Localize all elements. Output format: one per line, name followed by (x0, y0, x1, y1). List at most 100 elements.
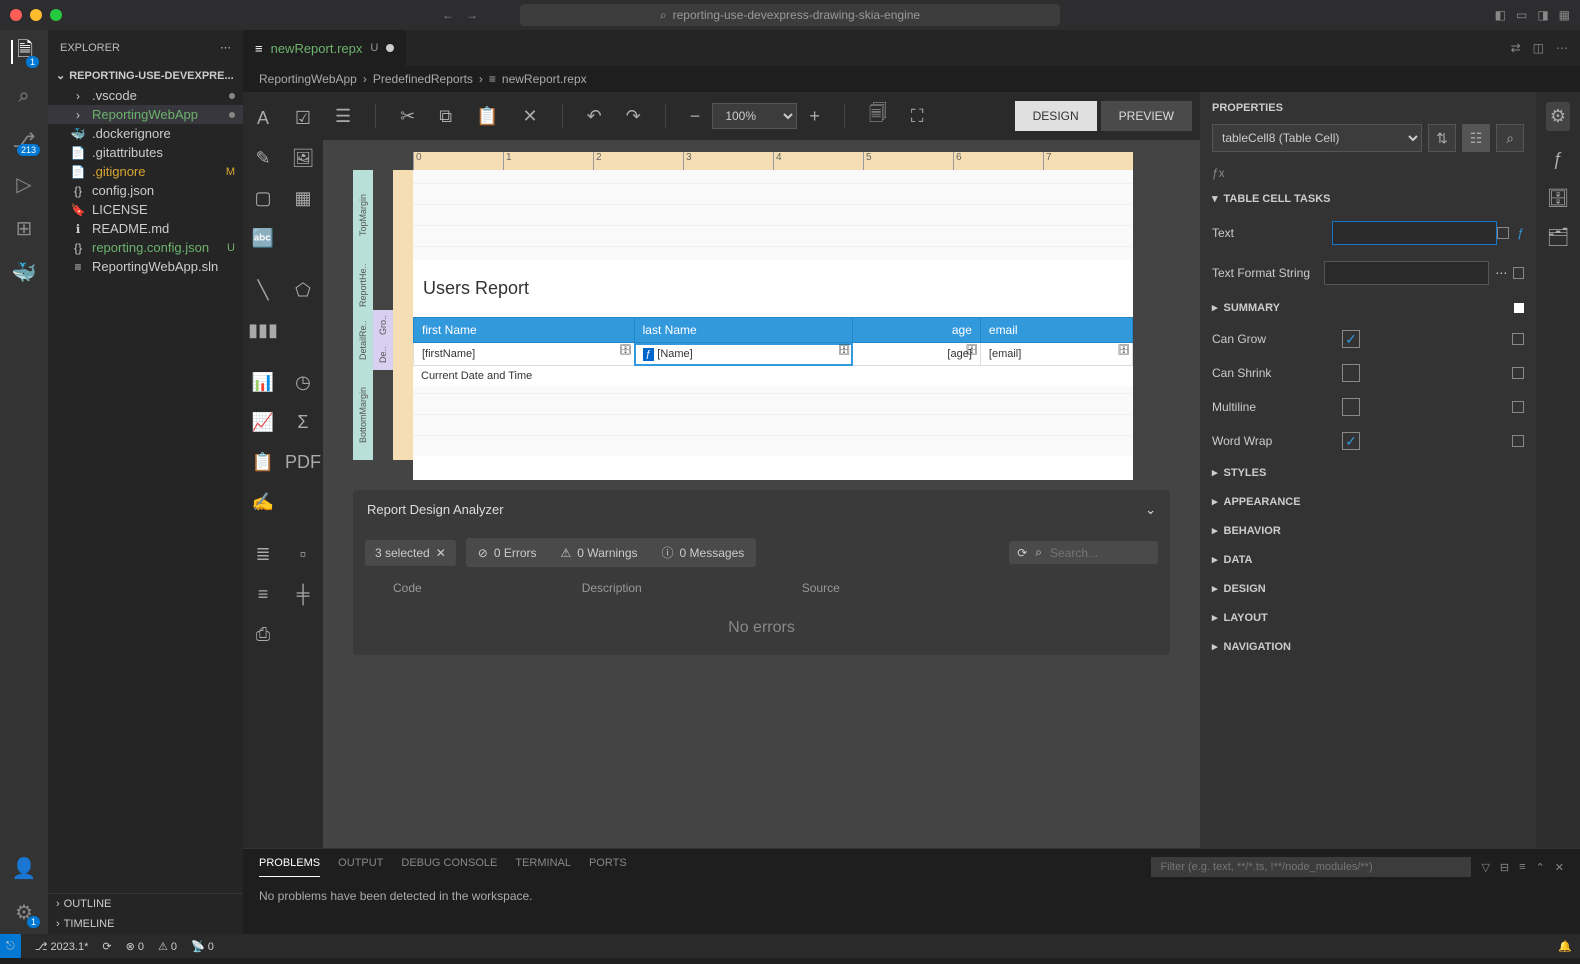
section-navigation[interactable]: ▸NAVIGATION (1200, 632, 1536, 661)
col-source[interactable]: Source (802, 581, 840, 595)
warnings-status[interactable]: ⚠ 0 (158, 940, 177, 953)
sync-button[interactable]: ⟳ (102, 940, 111, 953)
prop-wrap-check[interactable]: ✓ (1342, 432, 1360, 450)
tab-terminal[interactable]: TERMINAL (515, 857, 571, 877)
zoom-out-icon[interactable]: − (686, 102, 705, 131)
tree-item[interactable]: {}reporting.config.jsonU (48, 238, 243, 257)
tree-item[interactable]: {}config.json (48, 181, 243, 200)
expression-icon[interactable]: ƒx (1200, 162, 1536, 184)
errors-status[interactable]: ⊗ 0 (126, 940, 144, 953)
forward-icon[interactable]: → (466, 8, 478, 22)
sidebar-more-icon[interactable]: ⋯ (220, 41, 231, 54)
prop-marker[interactable] (1512, 367, 1524, 379)
tool-clipboard[interactable]: 📋 (243, 442, 283, 482)
tool-toc[interactable]: ≣ (243, 534, 283, 574)
branch-button[interactable]: ⎇ 2023.1* (35, 940, 89, 953)
prop-format-input[interactable] (1324, 261, 1489, 285)
tab-newreport[interactable]: ≡ newReport.repx U (243, 30, 407, 66)
tool-pdf[interactable]: PDF (283, 442, 323, 482)
explorer-tab-icon[interactable]: 🗂 (1547, 227, 1570, 248)
tool-barcode[interactable]: ▮▮▮ (243, 310, 283, 350)
analyzer-header[interactable]: Report Design Analyzer ⌄ (353, 490, 1170, 530)
back-icon[interactable]: ← (442, 8, 454, 22)
fieldlist-tab-icon[interactable]: 🗄 (1547, 188, 1570, 209)
preview-mode-button[interactable]: PREVIEW (1101, 101, 1192, 131)
scripts-icon[interactable]: 🗐 (865, 97, 891, 135)
report-footer[interactable]: Current Date and Time (413, 366, 1133, 386)
tab-output[interactable]: OUTPUT (338, 857, 383, 877)
report-table[interactable]: first Namelast Nameageemail [firstName]🗄… (413, 317, 1133, 366)
tool-pagebreak[interactable]: ≡ (243, 574, 283, 614)
tool-crossband[interactable]: ╪ (283, 574, 323, 614)
errors-filter[interactable]: ⊘0 Errors (466, 538, 549, 567)
maximize-window[interactable] (50, 9, 62, 21)
layout-panel-icon[interactable]: ▭ (1516, 8, 1527, 22)
section-data[interactable]: ▸DATA (1200, 545, 1536, 574)
prop-text-input[interactable] (1332, 221, 1497, 245)
clear-icon[interactable]: ✕ (436, 546, 446, 560)
fullscreen-icon[interactable]: ⛶ (907, 102, 928, 131)
breadcrumb[interactable]: ReportingWebApp › PredefinedReports › ≡ … (243, 66, 1580, 92)
search-activity-icon[interactable]: ⌕ (12, 84, 36, 108)
tab-more-icon[interactable]: ⋯ (1556, 41, 1568, 55)
undo-icon[interactable]: ↶ (583, 102, 606, 131)
data-cell[interactable]: ƒ [Name]🗄 (634, 343, 853, 366)
explorer-icon[interactable]: 🗎1 (11, 40, 35, 64)
tool-subreport[interactable]: ⎙ (243, 614, 283, 654)
folder-header[interactable]: ⌄ REPORTING-USE-DEVEXPRE... (48, 65, 243, 86)
messages-filter[interactable]: ⓘ0 Messages (650, 538, 757, 567)
data-cell[interactable]: [email]🗄 (980, 343, 1132, 366)
collapse-icon[interactable]: ⊟ (1500, 861, 1509, 874)
view-icon[interactable]: ≡ (1519, 861, 1525, 873)
panel-up-icon[interactable]: ⌃ (1536, 861, 1545, 874)
extensions-icon[interactable]: ⊞ (12, 216, 36, 240)
tab-ports[interactable]: PORTS (589, 857, 627, 877)
menu-icon[interactable]: ☰ (331, 102, 355, 131)
layout-customize-icon[interactable]: ▦ (1559, 8, 1570, 22)
section-summary[interactable]: ▸SUMMARY (1200, 293, 1536, 322)
prop-marker[interactable] (1512, 333, 1524, 345)
prop-multi-check[interactable] (1342, 398, 1360, 416)
minimize-window[interactable] (30, 9, 42, 21)
prop-grow-check[interactable]: ✓ (1342, 330, 1360, 348)
tool-line[interactable]: ╲ (243, 270, 283, 310)
ports-status[interactable]: 📡 0 (191, 940, 214, 953)
header-cell[interactable]: age (853, 318, 981, 343)
section-design[interactable]: ▸DESIGN (1200, 574, 1536, 603)
section-styles[interactable]: ▸STYLES (1200, 458, 1536, 487)
scm-icon[interactable]: ⎇213 (12, 128, 36, 152)
compare-icon[interactable]: ⇄ (1511, 41, 1521, 55)
redo-icon[interactable]: ↷ (622, 102, 645, 131)
sort-icon[interactable]: ⇅ (1428, 124, 1456, 152)
tool-character[interactable]: 🔤 (243, 218, 283, 258)
delete-icon[interactable]: ✕ (519, 102, 542, 131)
report-title[interactable]: Users Report (413, 260, 1133, 317)
tool-checkbox[interactable]: ☑ (283, 98, 323, 138)
prop-marker[interactable] (1497, 227, 1509, 239)
notifications-icon[interactable]: 🔔 (1558, 940, 1572, 953)
tool-chart[interactable]: 📊 (243, 362, 283, 402)
tool-label[interactable]: A (243, 98, 283, 138)
analyzer-selected-chip[interactable]: 3 selected✕ (365, 540, 456, 566)
prop-shrink-check[interactable] (1342, 364, 1360, 382)
tool-pageinfo[interactable]: ▫ (283, 534, 323, 574)
zoom-select[interactable]: 100% (712, 103, 797, 129)
account-icon[interactable]: 👤 (12, 856, 36, 880)
copy-icon[interactable]: ⧉ (435, 102, 456, 131)
section-layout[interactable]: ▸LAYOUT (1200, 603, 1536, 632)
prop-marker[interactable] (1512, 435, 1524, 447)
col-code[interactable]: Code (393, 581, 422, 595)
remote-button[interactable]: ⎋ (0, 934, 21, 958)
tree-item[interactable]: 📄.gitattributes (48, 143, 243, 162)
design-mode-button[interactable]: DESIGN (1015, 101, 1097, 131)
outline-section[interactable]: ›OUTLINE (48, 894, 243, 914)
debug-icon[interactable]: ▷ (12, 172, 36, 196)
tree-item[interactable]: 📄.gitignoreM (48, 162, 243, 181)
search-props-icon[interactable]: ⌕ (1496, 124, 1524, 152)
docker-icon[interactable]: 🐳 (12, 260, 36, 284)
paste-icon[interactable]: 📋 (472, 102, 502, 131)
tool-sum[interactable]: Σ (283, 402, 323, 442)
data-cell[interactable]: [firstName]🗄 (414, 343, 635, 366)
tree-item[interactable]: ›.vscode (48, 86, 243, 105)
element-selector[interactable]: tableCell8 (Table Cell) (1212, 124, 1422, 152)
